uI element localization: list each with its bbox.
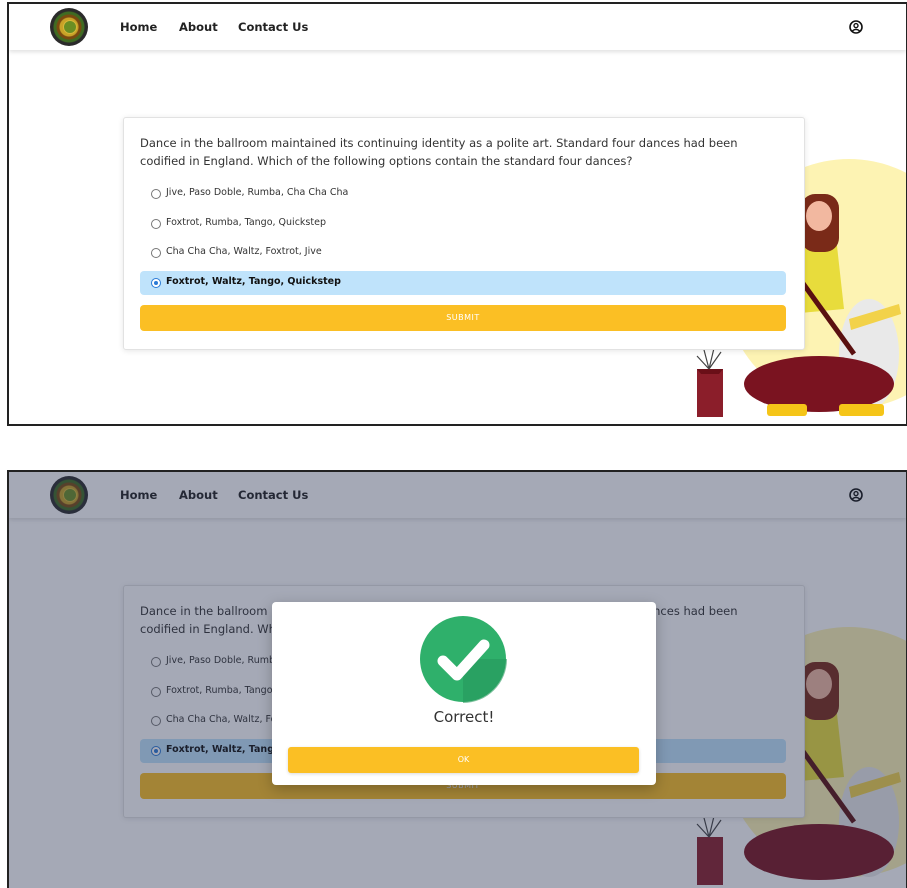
radio-button[interactable] [151,219,161,229]
logo-emblem [63,20,77,34]
nav-about-link[interactable]: About [179,20,218,34]
submit-button[interactable]: SUBMIT [140,305,786,331]
question-text: Dance in the ballroom maintained its con… [140,136,738,168]
result-dialog: Correct! OK [272,602,656,785]
option-2[interactable]: Foxtrot, Rumba, Tango, Quickstep [140,212,786,236]
option-label: Cha Cha Cha, Waltz, Foxtrot, Jive [166,246,322,257]
option-3[interactable]: Cha Cha Cha, Waltz, Foxtrot, Jive [140,241,786,265]
navbar: Home About Contact Us [9,4,906,50]
option-4-selected[interactable]: Foxtrot, Waltz, Tango, Quickstep [140,271,786,295]
option-1[interactable]: Jive, Paso Doble, Rumba, Cha Cha Cha [140,182,786,206]
radio-button[interactable] [151,189,161,199]
nav-home-link[interactable]: Home [120,20,157,34]
result-message: Correct! [433,708,495,726]
question-card: Dance in the ballroom maintained its con… [123,117,805,350]
option-label: Foxtrot, Rumba, Tango, Quickstep [166,217,326,228]
result-screen: Home About Contact Us Dance in the ballr… [7,470,907,888]
logo-icon[interactable] [50,8,88,46]
quiz-screen: Home About Contact Us Dance in the ballr… [7,2,907,426]
radio-button-checked[interactable] [151,278,161,288]
option-label: Foxtrot, Waltz, Tango, Quickstep [166,276,341,287]
user-circle-icon[interactable] [849,20,863,34]
ok-button[interactable]: OK [288,747,639,773]
radio-button[interactable] [151,248,161,258]
option-label: Jive, Paso Doble, Rumba, Cha Cha Cha [166,187,349,198]
nav-contact-link[interactable]: Contact Us [238,20,308,34]
check-circle-icon [420,616,507,703]
